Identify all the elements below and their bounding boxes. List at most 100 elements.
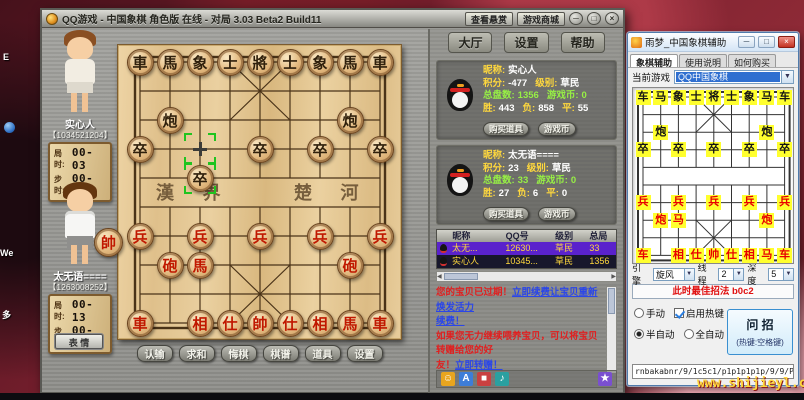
chat-link[interactable]: 立即转赠！ [455, 360, 503, 371]
chevron-down-icon[interactable]: ▼ [684, 269, 694, 280]
assistant-board-piece[interactable]: 兵 [671, 195, 686, 210]
board-piece[interactable]: 仕 [277, 310, 304, 337]
assistant-board-piece[interactable]: 相 [742, 248, 757, 263]
assistant-board-piece[interactable]: 马 [759, 248, 774, 263]
board-piece[interactable]: 馬 [187, 252, 214, 279]
engine-select[interactable]: 旋风 ▼ [653, 268, 695, 281]
assistant-board-piece[interactable]: 将 [706, 90, 721, 105]
assistant-board-piece[interactable]: 卒 [742, 142, 757, 157]
buy-props-button[interactable]: 购买道具 [483, 122, 529, 136]
minimize-icon[interactable]: ─ [738, 36, 755, 48]
ask-move-button[interactable]: 问 招 (热键:空格键) [727, 309, 793, 355]
radio-manual[interactable]: 手动 [634, 306, 665, 320]
radio-full-auto[interactable]: 全自动 [684, 327, 725, 341]
board-piece[interactable]: 士 [277, 49, 304, 76]
assistant-board-piece[interactable]: 相 [671, 248, 686, 263]
desktop-icon-e[interactable]: E [3, 52, 9, 62]
tab-chess-assist[interactable]: 象棋辅助 [630, 54, 678, 67]
assistant-board-piece[interactable]: 兵 [636, 195, 651, 210]
board-piece[interactable]: 象 [307, 49, 334, 76]
desktop-icon-blue[interactable] [4, 122, 15, 133]
maximize-icon[interactable]: □ [758, 36, 775, 48]
view-reward-button[interactable]: 查看悬赏 [465, 12, 513, 26]
assistant-board-piece[interactable]: 兵 [742, 195, 757, 210]
board-piece[interactable]: 將 [247, 49, 274, 76]
emotion-button[interactable]: 表 情 [55, 334, 103, 349]
assistant-board-piece[interactable]: 卒 [671, 142, 686, 157]
action-button-5[interactable]: 道具 [305, 345, 341, 362]
assistant-board-piece[interactable]: 卒 [777, 142, 792, 157]
action-button-1[interactable]: 认输 [137, 345, 173, 362]
table-row[interactable]: 太无...12630...草民33 [437, 242, 616, 255]
desktop-icon-we[interactable]: We [0, 248, 13, 258]
board-piece[interactable]: 車 [127, 49, 154, 76]
horizontal-scrollbar[interactable]: ◀ ▶ [436, 271, 617, 282]
assistant-board-piece[interactable]: 车 [777, 90, 792, 105]
action-button-4[interactable]: 棋谱 [263, 345, 299, 362]
vertical-scrollbar[interactable] [606, 286, 617, 374]
sound-icon[interactable]: ♪ [495, 372, 509, 386]
board-piece[interactable]: 相 [307, 310, 334, 337]
panel-tab-1[interactable]: 大厅 [448, 32, 492, 53]
assistant-board-piece[interactable]: 兵 [777, 195, 792, 210]
board-piece[interactable]: 卒 [247, 136, 274, 163]
board-piece[interactable]: 炮 [157, 107, 184, 134]
board-piece[interactable]: 兵 [247, 223, 274, 250]
taskbar[interactable] [0, 393, 804, 400]
board-piece[interactable]: 卒 [367, 136, 394, 163]
assistant-board-piece[interactable]: 卒 [636, 142, 651, 157]
assistant-board-piece[interactable]: 车 [777, 248, 792, 263]
board-piece[interactable]: 士 [217, 49, 244, 76]
assistant-board-piece[interactable]: 炮 [653, 125, 668, 140]
assistant-board-piece[interactable]: 士 [689, 90, 704, 105]
close-icon[interactable]: × [605, 12, 619, 25]
game-mall-button[interactable]: 游戏商城 [517, 12, 565, 26]
board-piece[interactable]: 仕 [217, 310, 244, 337]
assistant-board-piece[interactable]: 炮 [653, 213, 668, 228]
panel-tab-3[interactable]: 帮助 [561, 32, 605, 53]
board-piece[interactable]: 帥 [247, 310, 274, 337]
board-piece[interactable]: 卒 [127, 136, 154, 163]
buy-props-button[interactable]: 购买道具 [483, 207, 529, 221]
action-button-3[interactable]: 悔棋 [221, 345, 257, 362]
board-piece[interactable]: 兵 [187, 223, 214, 250]
xiangqi-board[interactable]: 漢 界 楚 河 車馬象士將士象馬車炮炮卒卒卒卒卒兵兵兵兵兵砲馬砲車相仕帥仕相馬車 [117, 44, 402, 340]
board-piece[interactable]: 馬 [337, 49, 364, 76]
board-piece[interactable]: 兵 [307, 223, 334, 250]
emoticon-icon[interactable]: ☺ [441, 372, 455, 386]
assistant-board-piece[interactable]: 炮 [759, 213, 774, 228]
assistant-board-piece[interactable]: 帅 [706, 248, 721, 263]
assistant-board-piece[interactable]: 象 [742, 90, 757, 105]
close-icon[interactable]: × [778, 36, 795, 48]
radio-semi-auto[interactable]: 半自动 [634, 327, 675, 341]
action-button-6[interactable]: 设置 [347, 345, 383, 362]
game-coin-button[interactable]: 游戏币 [538, 207, 576, 221]
scrollbar-thumb[interactable] [608, 288, 615, 314]
board-piece[interactable]: 馬 [337, 310, 364, 337]
game-coin-button[interactable]: 游戏币 [538, 122, 576, 136]
assistant-board-piece[interactable]: 马 [653, 90, 668, 105]
assistant-board-piece[interactable]: 车 [636, 90, 651, 105]
board-piece[interactable]: 砲 [157, 252, 184, 279]
gift-icon[interactable]: ★ [598, 372, 612, 386]
image-icon[interactable]: ■ [477, 372, 491, 386]
board-piece[interactable]: 車 [367, 310, 394, 337]
scrollbar-thumb[interactable] [444, 273, 478, 280]
assistant-board-piece[interactable]: 象 [671, 90, 686, 105]
assistant-board-piece[interactable]: 士 [724, 90, 739, 105]
assistant-board-piece[interactable]: 马 [671, 213, 686, 228]
assistant-board-piece[interactable]: 仕 [689, 248, 704, 263]
board-piece[interactable]: 砲 [337, 252, 364, 279]
tab-how-to-buy[interactable]: 如何购买 [728, 54, 776, 67]
table-row[interactable]: 实心人10345...草民1356 [437, 255, 616, 268]
chevron-down-icon[interactable]: ▼ [781, 71, 793, 83]
font-icon[interactable]: A [459, 372, 473, 386]
assistant-board-piece[interactable]: 兵 [706, 195, 721, 210]
assistant-board-piece[interactable]: 仕 [724, 248, 739, 263]
board-piece[interactable]: 炮 [337, 107, 364, 134]
scroll-right-icon[interactable]: ▶ [611, 273, 616, 280]
checkbox-hotkey[interactable]: 启用热键 [674, 306, 724, 320]
action-button-2[interactable]: 求和 [179, 345, 215, 362]
board-piece[interactable]: 卒 [307, 136, 334, 163]
chevron-down-icon[interactable]: ▼ [783, 269, 793, 280]
